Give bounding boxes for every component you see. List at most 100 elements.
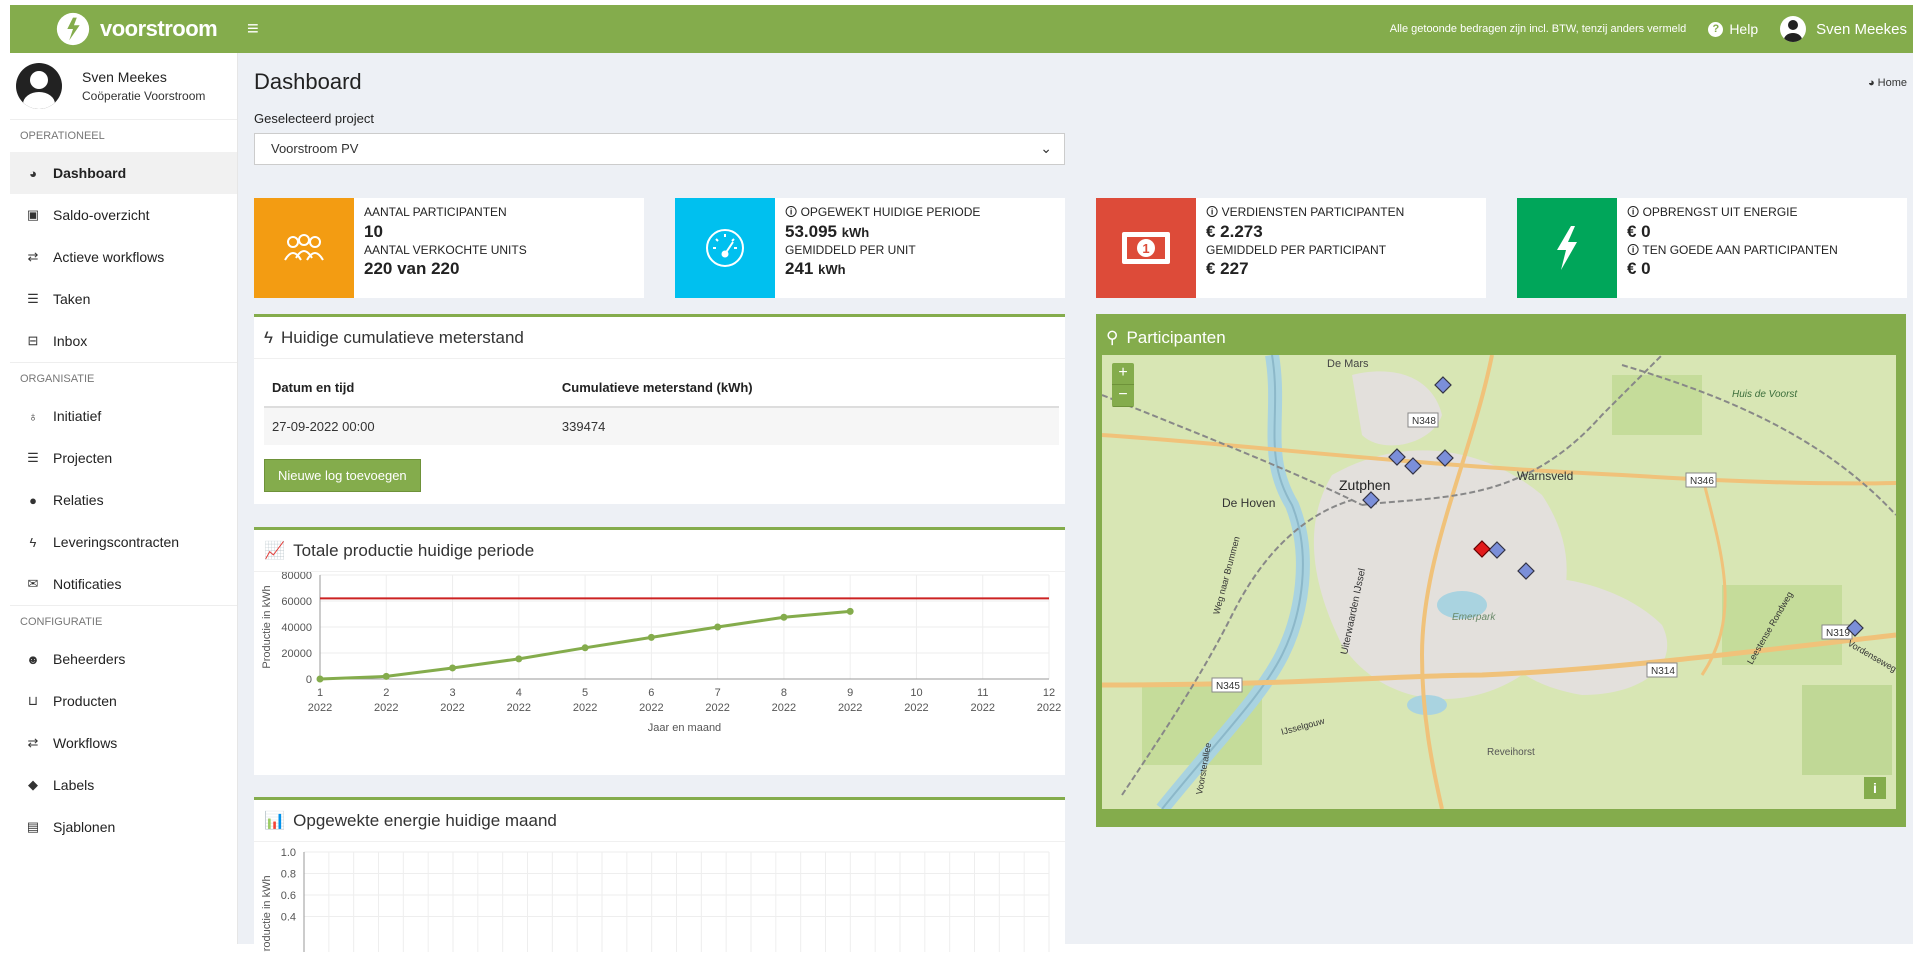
info-circle-icon: 🛈 xyxy=(785,205,801,219)
sidebar-item-actieve-workflows[interactable]: ⇄ Actieve workflows xyxy=(10,236,237,278)
money-icon: 1 xyxy=(1122,232,1170,264)
info-circle-icon: 🛈 xyxy=(1627,205,1643,219)
table-row: 27-09-2022 00:00 339474 xyxy=(264,407,1059,445)
sidebar-item-projecten[interactable]: ☰ Projecten xyxy=(10,437,237,479)
section-configuratie: CONFIGURATIE xyxy=(10,605,237,638)
sidebar-item-label: Labels xyxy=(53,777,95,793)
sidebar-item-relaties[interactable]: ● Relaties xyxy=(10,479,237,521)
help-link[interactable]: ? Help xyxy=(1708,21,1758,37)
x-tick-label: 2022 xyxy=(838,702,862,714)
table-header-row: Datum en tijd Cumulatieve meterstand (kW… xyxy=(264,369,1059,408)
project-select[interactable]: Voorstroom PV ⌄ xyxy=(254,133,1065,165)
month-chart: 1.0 0.8 0.6 0.4 Productie in kWh xyxy=(261,847,1050,957)
x-tick-label: 11 xyxy=(977,687,988,699)
data-point xyxy=(846,607,854,615)
map-canvas[interactable]: De Mars N348 Zutphen Warnsveld N346 De H… xyxy=(1102,355,1896,809)
info-box-participanten: AANTAL PARTICIPANTEN 10 AANTAL VERKOCHTE… xyxy=(254,198,644,298)
panel-title: 📊 Opgewekte energie huidige maand xyxy=(254,800,1065,842)
map-label: Emerpark xyxy=(1452,612,1496,623)
x-tick-label: 4 xyxy=(516,687,522,699)
panel-title: ⚲ Participanten xyxy=(1106,327,1226,347)
bolt-icon: ϟ xyxy=(264,327,273,347)
sidebar-item-leveringscontracten[interactable]: ϟ Leveringscontracten xyxy=(10,521,237,563)
x-tick-label: 3 xyxy=(449,687,455,699)
money-icon: ▣ xyxy=(26,207,40,222)
x-tick-label: 2022 xyxy=(308,702,332,714)
x-tick-label: 6 xyxy=(648,687,654,699)
shopping-basket-icon: ⊔ xyxy=(27,693,39,708)
sidebar-item-workflows[interactable]: ⇄ Workflows xyxy=(10,722,237,764)
user-icon: ● xyxy=(29,492,37,508)
map-label: De Hoven xyxy=(1222,496,1275,510)
zoom-in-button[interactable]: + xyxy=(1112,363,1134,385)
participants-map[interactable]: De Mars N348 Zutphen Warnsveld N346 De H… xyxy=(1102,355,1896,809)
profile-organization: Coöperatie Voorstroom xyxy=(82,89,206,103)
x-tick-label: 7 xyxy=(715,687,721,699)
info-label: AANTAL PARTICIPANTEN xyxy=(364,205,507,219)
x-tick-label: 10 xyxy=(910,687,922,699)
brand[interactable]: voorstroom xyxy=(10,10,237,48)
map-label: N319 xyxy=(1826,628,1850,639)
map-label: Warnsveld xyxy=(1517,469,1573,483)
x-tick-label: 2022 xyxy=(639,702,663,714)
menu-toggle-icon[interactable]: ≡ xyxy=(247,18,259,41)
help-label: Help xyxy=(1729,21,1759,37)
exchange-icon: ⇄ xyxy=(27,249,39,264)
bar-chart-icon: 📊 xyxy=(264,810,286,830)
add-log-button[interactable]: Nieuwe log toevoegen xyxy=(264,459,421,492)
column-header: Cumulatieve meterstand (kWh) xyxy=(553,369,1059,408)
sidebar-item-labels[interactable]: ◆ Labels xyxy=(10,764,237,806)
avatar xyxy=(16,63,62,109)
file-icon: ▤ xyxy=(26,819,40,834)
x-tick-label: 12 xyxy=(1043,687,1055,699)
participants-map-panel: ⚲ Participanten De Mars N348 Zutphen War… xyxy=(1096,314,1906,827)
x-tick-label: 2022 xyxy=(507,702,531,714)
chevron-down-icon: ⌄ xyxy=(1040,140,1052,156)
breadcrumb[interactable]: ◕ Home xyxy=(1868,77,1907,89)
meter-table: Datum en tijd Cumulatieve meterstand (kW… xyxy=(264,369,1059,445)
info-box-icon xyxy=(675,198,775,298)
tachometer-icon xyxy=(706,229,744,267)
sidebar-item-sjablonen[interactable]: ▤ Sjablonen xyxy=(10,806,237,848)
x-tick-label: 2022 xyxy=(705,702,729,714)
month-panel: 📊 Opgewekte energie huidige maand 1.0 0.8 0… xyxy=(254,797,1065,957)
sidebar-item-taken[interactable]: ☰ Taken xyxy=(10,278,237,320)
map-info-button[interactable]: i xyxy=(1864,777,1886,799)
line-chart-icon: 📈 xyxy=(264,540,286,560)
map-label: N314 xyxy=(1651,666,1675,677)
data-point xyxy=(515,655,523,663)
sidebar-item-producten[interactable]: ⊔ Producten xyxy=(10,680,237,722)
x-tick-label: 2022 xyxy=(440,702,464,714)
tags-icon: ◆ xyxy=(28,777,38,792)
sidebar-item-beheerders[interactable]: ☻ Beheerders xyxy=(10,638,237,680)
data-point xyxy=(316,675,324,683)
x-tick-label: 2022 xyxy=(772,702,796,714)
info-label: GEMIDDELD PER UNIT xyxy=(785,242,916,257)
info-value: € 0 xyxy=(1627,259,1651,279)
x-tick-label: 2022 xyxy=(573,702,597,714)
inbox-icon: ⊟ xyxy=(27,333,39,348)
sidebar-item-initiatief[interactable]: ♁ Initiatief xyxy=(10,395,237,437)
sidebar-item-inbox[interactable]: ⊟ Inbox xyxy=(10,320,237,362)
sidebar-item-label: Dashboard xyxy=(53,165,127,181)
sidebar-item-label: Beheerders xyxy=(53,651,126,667)
sidebar-item-label: Producten xyxy=(53,693,117,709)
sidebar-profile: Sven Meekes Coöperatie Voorstroom xyxy=(10,53,237,119)
sidebar-item-dashboard[interactable]: ◕ Dashboard xyxy=(10,152,237,194)
sidebar-item-label: Relaties xyxy=(53,492,104,508)
user-menu[interactable]: Sven Meekes xyxy=(1780,16,1907,42)
map-label: Reveihorst xyxy=(1487,747,1535,758)
info-value: € 227 xyxy=(1206,259,1249,279)
x-tick-label: 8 xyxy=(781,687,787,699)
sidebar-item-label: Saldo-overzicht xyxy=(53,207,150,223)
zoom-out-button[interactable]: − xyxy=(1112,385,1134,407)
sidebar-item-notificaties[interactable]: ✉ Notificaties xyxy=(10,563,237,605)
tasks-icon: ☰ xyxy=(27,291,39,306)
sidebar-item-saldo-overzicht[interactable]: ▣ Saldo-overzicht xyxy=(10,194,237,236)
brand-name: voorstroom xyxy=(100,16,218,41)
data-point xyxy=(581,644,589,652)
info-value: 10 xyxy=(364,221,383,241)
data-point xyxy=(647,633,655,641)
y-tick-label: 80000 xyxy=(281,572,312,582)
map-label: Zutphen xyxy=(1339,477,1390,493)
